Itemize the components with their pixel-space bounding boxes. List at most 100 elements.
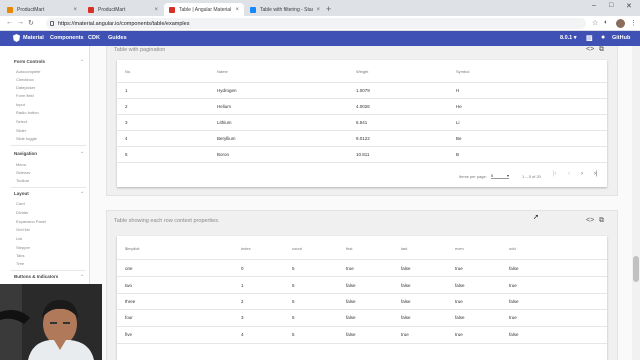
chevron-up-icon: ⌃ <box>80 151 84 156</box>
main-content: Table with pagination <> ⧉ No. Name Weig… <box>90 46 640 360</box>
scrollbar-thumb[interactable] <box>633 256 639 282</box>
sidebar-item[interactable]: Input <box>16 102 25 107</box>
page-size-select[interactable]: 5 ▾ <box>491 173 509 179</box>
table-cell: 6.941 <box>356 120 368 125</box>
view-code-icon[interactable]: <> <box>586 46 594 53</box>
sidebar-item[interactable]: Menu <box>16 162 26 167</box>
sidebar-section-title: Navigation <box>14 151 38 156</box>
table-cell: false <box>346 315 356 320</box>
sidebar-section-navigation[interactable]: Navigation ⌃ <box>14 151 84 156</box>
tab-close-icon[interactable]: × <box>316 7 320 13</box>
last-page-icon[interactable]: ›| <box>594 171 598 177</box>
version-picker[interactable]: 8.0.1 ▾ <box>560 35 577 41</box>
row-divider <box>117 130 607 131</box>
table-cell: false <box>401 283 411 288</box>
maximize-icon[interactable]: □ <box>609 2 613 9</box>
first-page-icon[interactable]: |‹ <box>553 171 557 177</box>
browser-tab[interactable]: ProductMart × <box>2 3 82 16</box>
page-size-value: 5 <box>491 173 494 178</box>
sidebar-item[interactable]: Tabs <box>16 253 24 258</box>
previous-page-icon[interactable]: ‹ <box>568 171 570 177</box>
close-window-icon[interactable]: ✕ <box>626 2 632 10</box>
nav-components[interactable]: Components <box>50 35 84 41</box>
table-cell: false <box>401 266 411 271</box>
sidebar-item[interactable]: Toolbar <box>16 178 29 183</box>
minimize-icon[interactable]: – <box>592 2 596 9</box>
presenter-video-icon <box>0 284 102 360</box>
sidebar-item[interactable]: Stepper <box>16 245 30 250</box>
webcam-overlay <box>0 284 102 360</box>
browser-tab[interactable]: Table with filtering - StackBlitz × <box>245 3 325 16</box>
tab-close-icon[interactable]: × <box>73 7 77 13</box>
sidebar-item[interactable]: List <box>16 236 22 241</box>
nav-guides[interactable]: Guides <box>108 35 127 41</box>
sidebar-item[interactable]: Slide toggle <box>16 136 37 141</box>
sidebar-item[interactable]: Grid list <box>16 227 30 232</box>
back-icon[interactable]: ← <box>6 19 13 26</box>
row-divider <box>117 309 607 310</box>
new-tab-icon[interactable]: + <box>326 4 331 14</box>
table-cell: true <box>401 332 409 337</box>
nav-cdk[interactable]: CDK <box>88 35 100 41</box>
sidebar-item[interactable]: Form field <box>16 93 34 98</box>
sidebar-item[interactable]: Radio button <box>16 110 39 115</box>
browser-menu-icon[interactable]: ⋮ <box>630 19 637 27</box>
reload-icon[interactable]: ↻ <box>28 19 34 27</box>
table-card: No. Name Weight Symbol 1 Hydrogen 1.0079… <box>117 60 607 187</box>
github-link[interactable]: GitHub <box>612 35 630 41</box>
sidebar-section-buttons-indicators[interactable]: Buttons & Indicators ⌃ <box>14 274 84 279</box>
column-header: even <box>455 246 464 251</box>
profile-avatar[interactable] <box>616 19 625 28</box>
bookmark-star-icon[interactable]: ☆ <box>592 19 598 27</box>
sidebar-item[interactable]: Sidenav <box>16 170 30 175</box>
tab-close-icon[interactable]: × <box>235 7 239 13</box>
theme-picker-icon[interactable]: ▨ <box>586 34 593 42</box>
table-cell: false <box>455 315 465 320</box>
sidebar-item[interactable]: Checkbox <box>16 77 34 82</box>
row-divider <box>117 162 607 163</box>
forward-icon[interactable]: → <box>17 19 24 26</box>
sidebar-item[interactable]: Slider <box>16 128 26 133</box>
tab-close-icon[interactable]: × <box>154 7 158 13</box>
column-header[interactable]: Symbol <box>456 69 469 74</box>
table-cell: 4.0026 <box>356 104 370 109</box>
browser-tab-strip: ProductMart × ProductMart × Table | Angu… <box>0 0 640 16</box>
column-header: odd <box>509 246 516 251</box>
address-bar[interactable]: https://material.angular.io/components/t… <box>46 18 586 29</box>
sidebar-item[interactable]: Autocomplete <box>16 69 40 74</box>
sidebar-section-form-controls[interactable]: Form Controls ⌃ <box>14 59 84 64</box>
view-code-icon[interactable]: <> <box>586 217 594 224</box>
table-cell: 3 <box>241 315 244 320</box>
next-page-icon[interactable]: › <box>581 171 583 177</box>
browser-tab[interactable]: ProductMart × <box>83 3 163 16</box>
table-cell: 5 <box>292 299 295 304</box>
open-in-new-icon[interactable]: ⧉ <box>599 217 604 225</box>
table-cell: false <box>346 299 356 304</box>
extension-icon[interactable]: ◐ <box>604 19 608 26</box>
table-cell: Li <box>456 120 460 125</box>
row-divider <box>117 98 607 99</box>
browser-tab-active[interactable]: Table | Angular Material × <box>164 3 244 16</box>
column-header[interactable]: Name <box>217 69 228 74</box>
column-header[interactable]: Weight <box>356 69 368 74</box>
lock-icon <box>50 21 54 26</box>
open-in-new-icon[interactable]: ⧉ <box>599 46 604 54</box>
sidebar-item[interactable]: Select <box>16 119 27 124</box>
table-cell: Lithium <box>217 120 232 125</box>
table-cell: B <box>456 152 460 157</box>
column-header: index <box>241 246 251 251</box>
table-cell: 1 <box>125 88 128 93</box>
sidebar-section-layout[interactable]: Layout ⌃ <box>14 191 84 196</box>
page-scrollbar[interactable] <box>632 46 640 360</box>
column-header[interactable]: No. <box>125 69 131 74</box>
table-cell: three <box>125 299 136 304</box>
sidebar-item[interactable]: Datepicker <box>16 85 35 90</box>
sidebar-item[interactable]: Expansion Panel <box>16 219 46 224</box>
table-cell: false <box>509 332 519 337</box>
sidebar-item[interactable]: Divider <box>16 210 28 215</box>
toolbar-brand[interactable]: Material <box>23 35 44 41</box>
table-cell: Helium <box>217 104 232 109</box>
sidebar-item[interactable]: Tree <box>16 261 24 266</box>
sidebar-item[interactable]: Card <box>16 201 25 206</box>
table-cell: 1 <box>241 283 244 288</box>
